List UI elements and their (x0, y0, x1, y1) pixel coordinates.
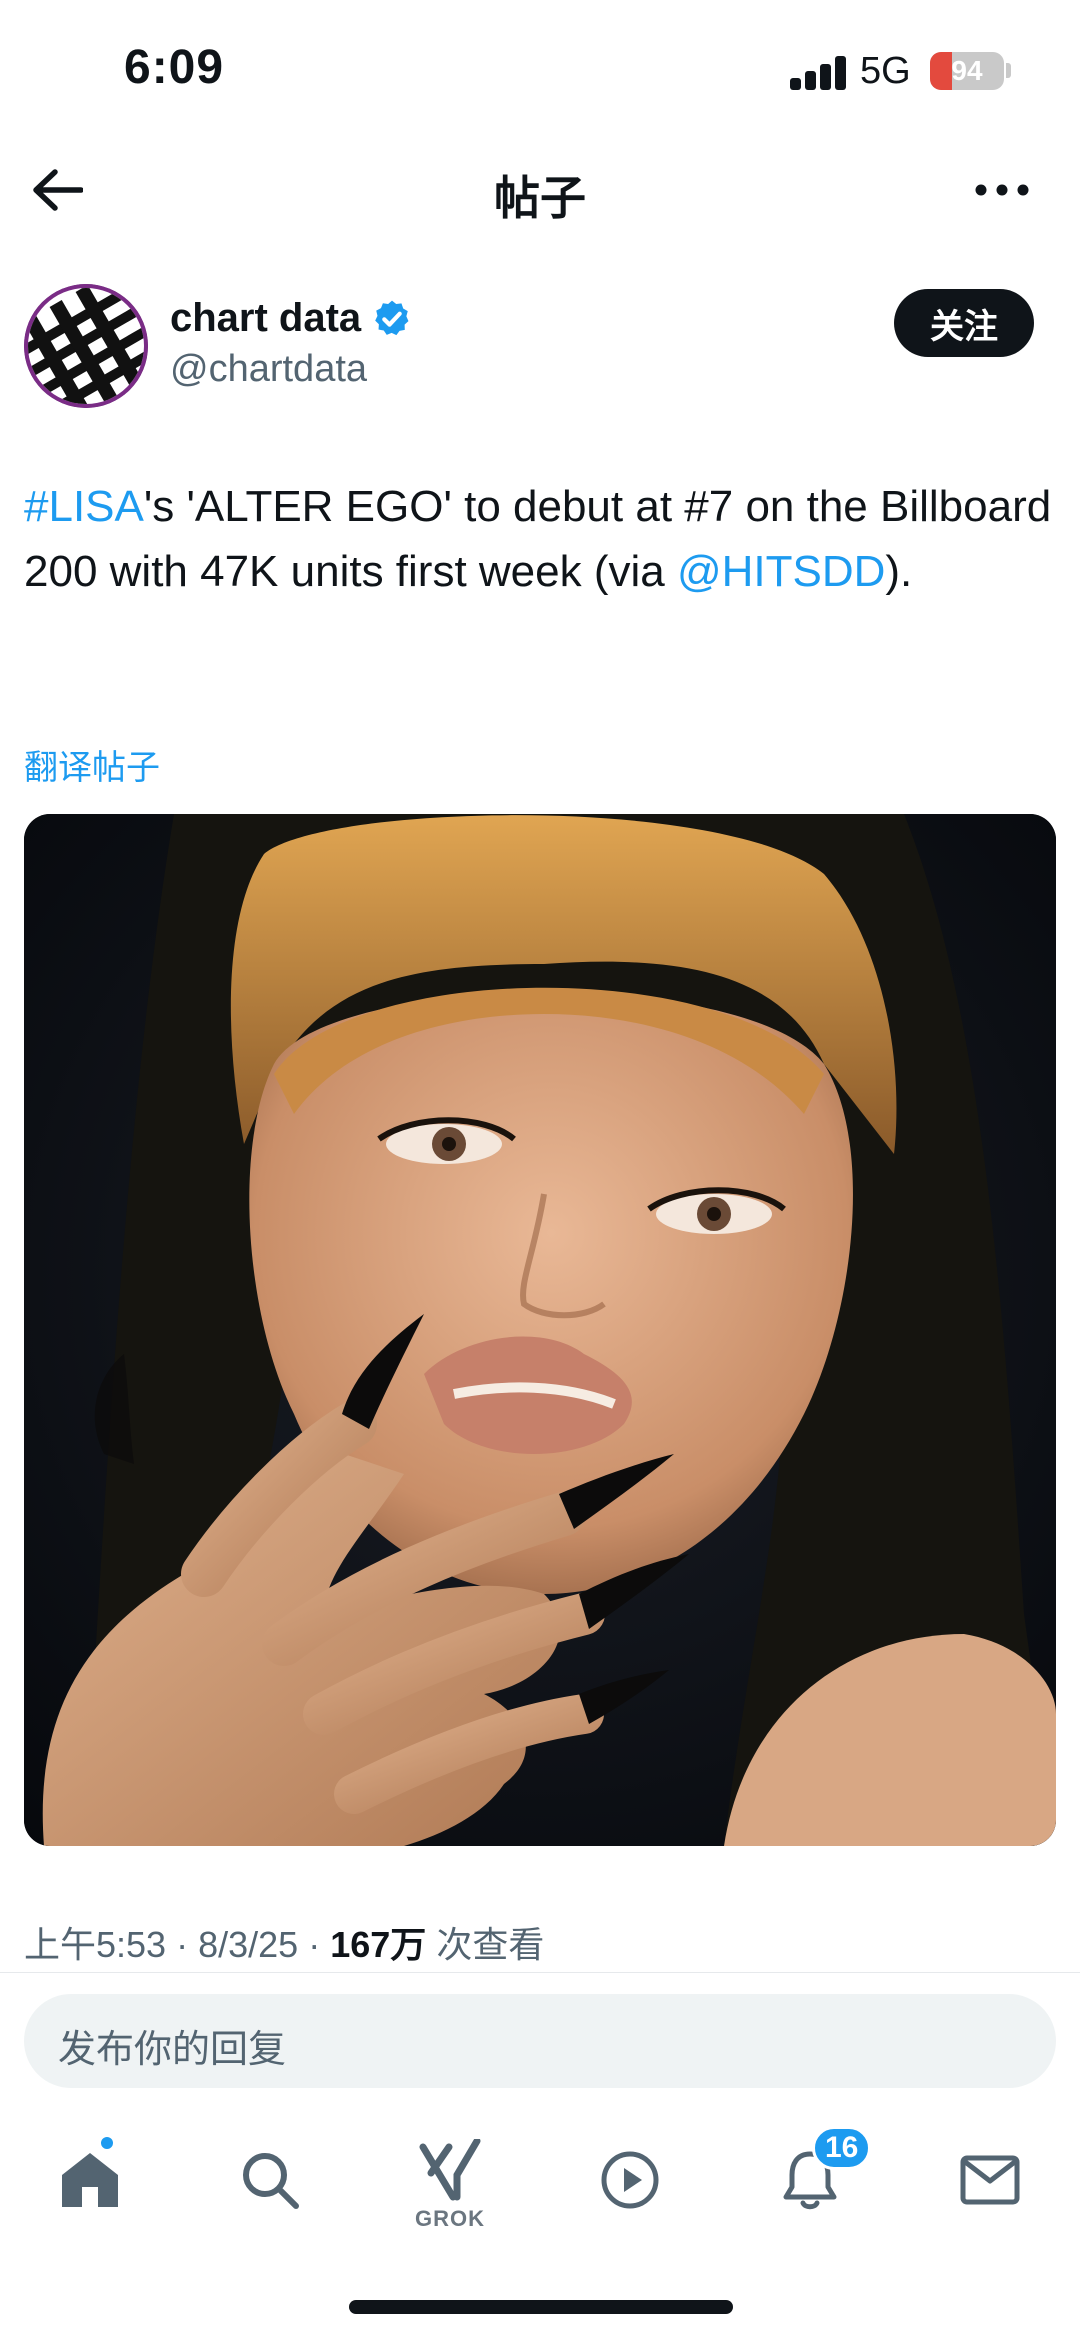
portrait-photo (24, 814, 1056, 1846)
chart-data-logo-icon (24, 284, 148, 408)
post-time: 上午5:53 (24, 1924, 167, 1965)
avatar[interactable] (24, 284, 148, 408)
meta-separator: · (308, 1924, 321, 1965)
status-bar: 6:09 5G 94 (0, 0, 1080, 140)
tab-messages[interactable] (930, 2120, 1050, 2240)
post-header: 帖子 (0, 140, 1080, 240)
view-count-label: 次查看 (436, 1924, 545, 1965)
post-text: #LISA's 'ALTER EGO' to debut at #7 on th… (24, 474, 1054, 604)
tab-grok[interactable]: GROK (390, 2120, 510, 2240)
view-count[interactable]: 167万 (330, 1924, 426, 1965)
more-horizontal-icon (975, 184, 1029, 196)
meta-separator: · (176, 1924, 189, 1965)
author-name-row[interactable]: chart data (170, 296, 413, 341)
cellular-signal-icon (790, 56, 848, 90)
home-notification-dot (98, 2134, 116, 2152)
divider (0, 1972, 1080, 1973)
notifications-badge: 16 (812, 2126, 872, 2170)
verified-badge-icon (375, 300, 409, 335)
network-type: 5G (860, 50, 911, 92)
mail-icon (960, 2155, 1020, 2205)
bottom-tab-bar: GROK 16 (0, 2120, 1080, 2240)
tab-video[interactable] (570, 2120, 690, 2240)
author-name: chart data (170, 296, 362, 340)
home-indicator[interactable] (349, 2300, 733, 2314)
tab-notifications[interactable]: 16 (750, 2120, 872, 2240)
author-handle[interactable]: @chartdata (170, 348, 367, 391)
play-circle-icon (601, 2151, 659, 2209)
page-title: 帖子 (494, 172, 586, 224)
post-meta: 上午5:53 · 8/3/25 · 167万 次查看 (24, 1916, 544, 1968)
follow-button[interactable]: 关注 (894, 289, 1034, 357)
translate-post-link[interactable]: 翻译帖子 (24, 740, 160, 789)
battery-percent: 94 (951, 55, 983, 86)
hashtag-link[interactable]: #LISA (24, 482, 144, 531)
search-icon (243, 2153, 299, 2209)
mention-link[interactable]: @HITSDD (677, 547, 885, 596)
more-options-button[interactable] (962, 158, 1042, 222)
reply-placeholder: 发布你的回复 (58, 2029, 287, 2071)
grok-label: GROK (415, 2206, 485, 2231)
battery-icon: 94 (930, 52, 1004, 90)
post-image[interactable] (24, 814, 1056, 1846)
tab-home[interactable] (30, 2120, 150, 2240)
post-date: 8/3/25 (198, 1924, 299, 1965)
home-icon (62, 2153, 118, 2207)
status-time: 6:09 (124, 41, 225, 94)
post-body-part2: ). (885, 547, 913, 596)
grok-icon (419, 2139, 481, 2201)
battery-tip (1006, 63, 1011, 78)
tab-search[interactable] (210, 2120, 330, 2240)
reply-input[interactable]: 发布你的回复 (24, 1994, 1056, 2088)
